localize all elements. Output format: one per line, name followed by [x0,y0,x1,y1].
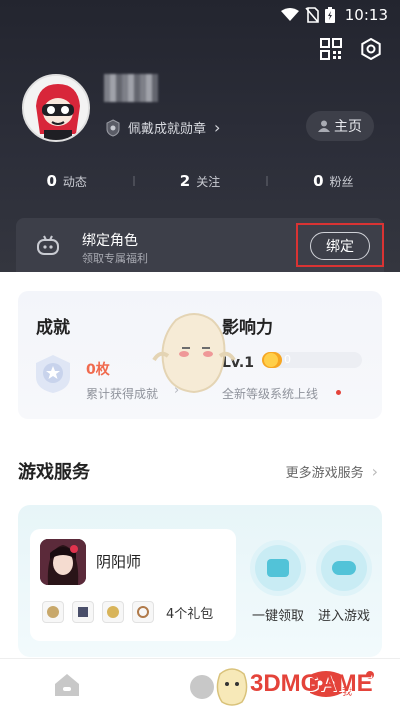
game-icon [40,539,86,585]
gift-count: 4个礼包 [166,606,214,622]
status-bar: 10:13 [0,0,400,30]
game-tile[interactable]: 阴阳师 4个礼包 [30,529,236,641]
gift-list: 4个礼包 [42,601,213,623]
game-name: 阴阳师 [96,553,142,571]
stat-count: 0 [313,172,324,190]
stat-count: 2 [179,172,191,190]
no-sim-icon [305,7,319,23]
enter-game-label: 进入游戏 [317,609,370,624]
discover-tab-icon[interactable] [190,675,214,699]
claim-all-label: 一键领取 [251,609,304,624]
influence-progress-bar: 0 [262,352,362,368]
badge-label: 佩戴成就勋章 [128,122,207,137]
chevron-right-icon: › [371,462,378,481]
gift-item-icon [132,601,154,623]
home-page-button[interactable]: 主页 [306,111,374,141]
stat-label: 动态 [62,174,87,189]
gamepad-icon [37,235,59,255]
status-time: 10:13 [344,6,388,24]
claim-all-button[interactable]: 一键领取 [248,545,308,624]
avatar[interactable] [22,74,90,142]
stat-divider [133,176,135,186]
username-blurred [104,74,158,102]
qr-code-icon[interactable] [320,38,342,60]
person-icon [318,120,330,132]
chevron-right-icon: › [214,118,221,137]
profile-header: 10:13 佩戴成就勋章 › 主页 0 动态 2 关注 0 粉丝 绑定角色 领取… [0,0,400,272]
profile-stats: 0 动态 2 关注 0 粉丝 [0,168,400,194]
bind-button[interactable]: 绑定 [310,232,370,260]
stat-label: 关注 [196,174,221,189]
gift-item-icon [72,601,94,623]
stat-count: 0 [46,172,57,190]
gift-item-icon [102,601,124,623]
bind-role-subtitle: 领取专属福利 [82,252,148,265]
stat-divider [266,176,268,186]
medal-icon [36,355,70,393]
achievement-count: 0枚 [86,362,110,378]
watermark-text: 3DMGAME [250,670,373,697]
stat-followers[interactable]: 0 粉丝 [267,168,400,194]
mascot-watermark-icon [152,313,236,394]
bind-role-bar: 绑定角色 领取专属福利 绑定 [16,218,384,272]
stat-following[interactable]: 2 关注 [133,168,266,194]
gamepad-icon [321,545,367,591]
wear-achievement-badge[interactable]: 佩戴成就勋章 › [106,118,220,137]
onmyoji-character-icon [40,539,86,585]
badge-shield-icon [106,118,120,137]
stat-posts[interactable]: 0 动态 [0,168,133,194]
more-game-services-label: 更多游戏服务 [285,466,364,481]
more-game-services-link[interactable]: 更多游戏服务 › [286,462,378,481]
influence-points: 0 [284,353,291,366]
gift-item-icon [42,601,64,623]
settings-gear-icon[interactable] [360,38,382,60]
game-services-card: 阴阳师 4个礼包 一键领取 进入游戏 [18,505,382,657]
home-tab-icon[interactable] [54,673,80,697]
wifi-icon [280,8,299,21]
home-button-label: 主页 [334,119,362,135]
site-watermark: 3DMGAME [214,660,400,711]
coin-icon [264,353,278,367]
avatar-character-icon [24,76,88,140]
game-services-title: 游戏服务 [18,462,90,483]
enter-game-button[interactable]: 进入游戏 [314,545,374,624]
gift-box-icon [255,545,301,591]
bind-role-title: 绑定角色 [82,233,138,249]
achievement-title: 成就 [36,318,70,338]
highlight-box: 绑定 [296,223,384,267]
watermark-mascot-icon [216,668,248,706]
notification-dot [336,390,341,395]
battery-icon [324,7,335,23]
stat-label: 粉丝 [329,174,354,189]
